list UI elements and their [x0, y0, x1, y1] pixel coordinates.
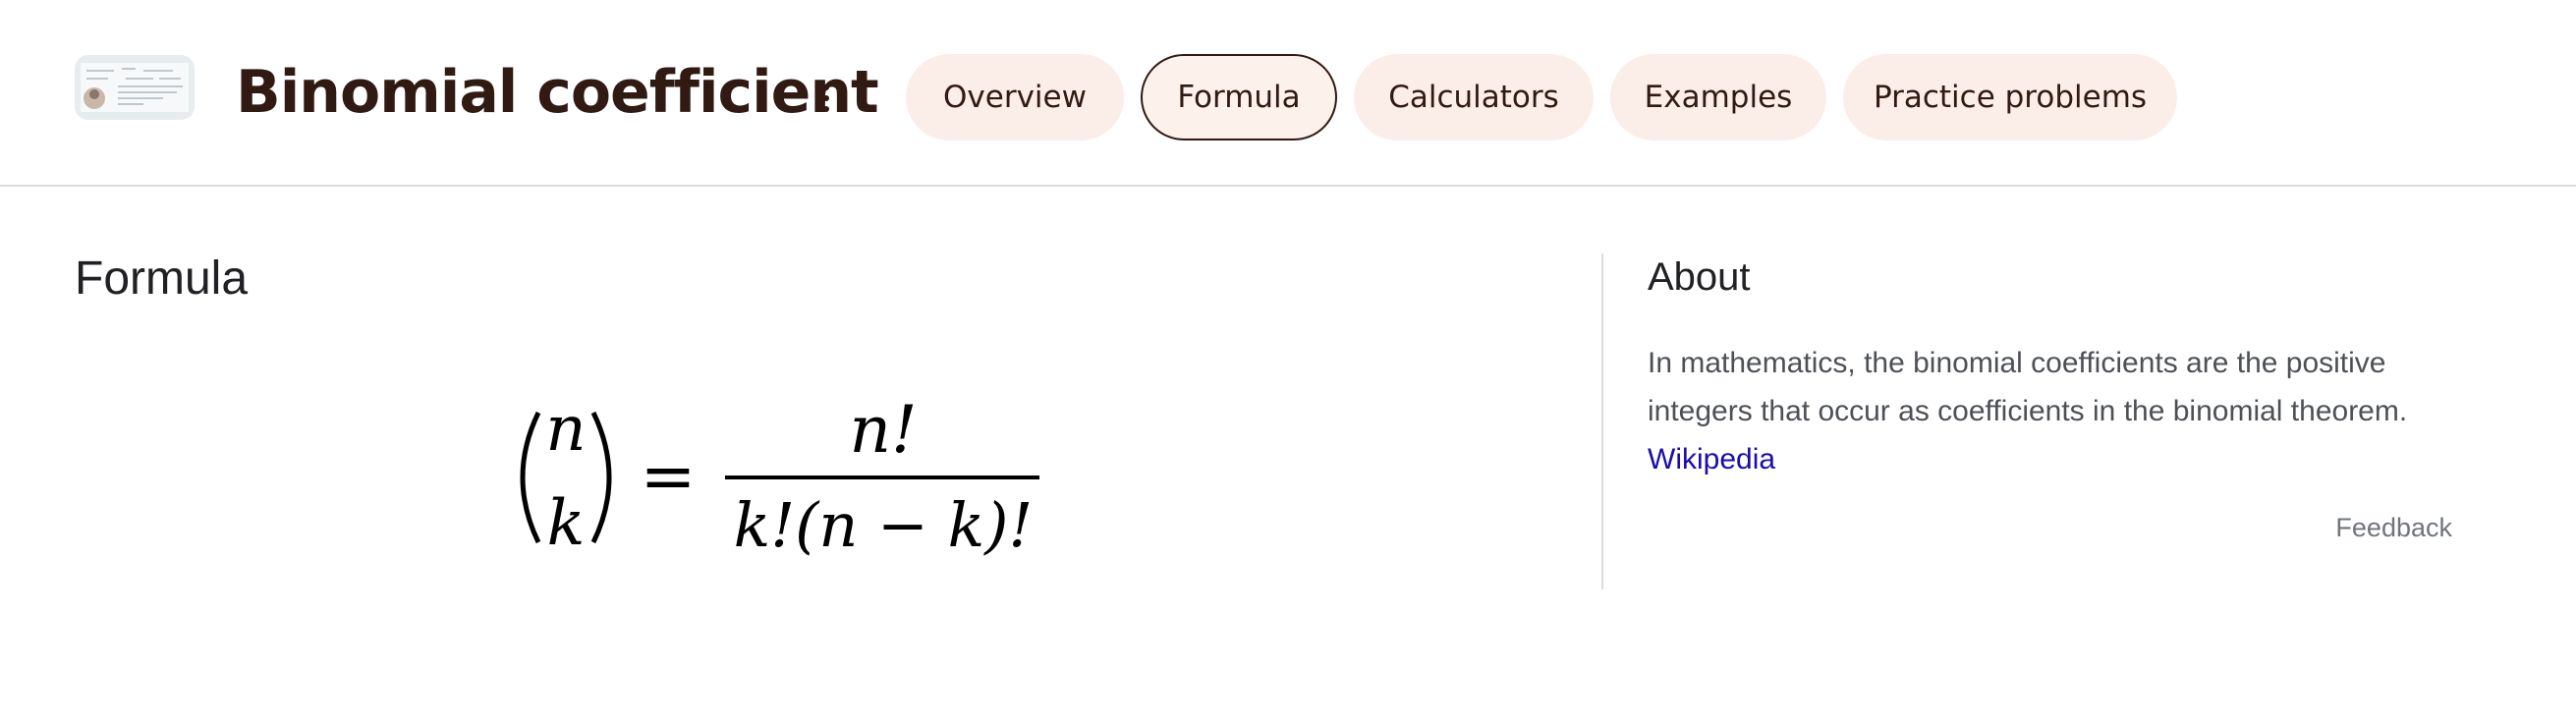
tab-practice-problems[interactable]: Practice problems — [1843, 54, 2177, 140]
tab-examples[interactable]: Examples — [1610, 54, 1826, 140]
binom-top: n — [545, 393, 586, 466]
about-description: In mathematics, the binomial coefficient… — [1648, 339, 2463, 483]
column-divider — [1601, 253, 1603, 589]
equals-sign: = — [641, 438, 697, 516]
binom-right-paren — [590, 411, 612, 544]
binomial-formula: n k = n! k!(n − k)! — [520, 392, 1039, 561]
formula-denominator: k!(n − k)! — [734, 489, 1034, 561]
formula-numerator: n! — [849, 392, 917, 468]
feedback-link[interactable]: Feedback — [2335, 513, 2452, 543]
binom-bottom: k — [547, 487, 586, 560]
about-title: About — [1648, 255, 1751, 299]
about-text: In mathematics, the binomial coefficient… — [1648, 347, 2408, 427]
wikipedia-link[interactable]: Wikipedia — [1648, 443, 1775, 475]
binom-left-paren — [520, 411, 541, 544]
